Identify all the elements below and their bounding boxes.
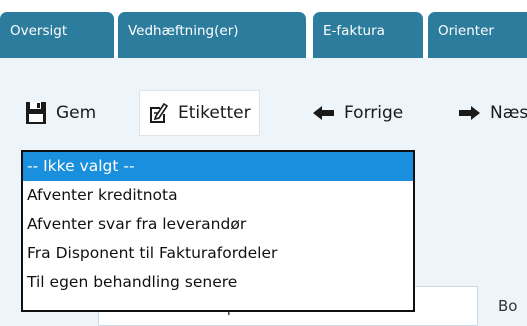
dropdown-option[interactable]: Afventer kreditnota: [23, 181, 413, 210]
tab-oversigt[interactable]: Oversigt: [0, 12, 114, 58]
tab-vedhaeftninger[interactable]: Vedhæftning(er): [118, 12, 306, 58]
next-button[interactable]: Næste: [459, 90, 527, 136]
edit-note-icon: [148, 102, 168, 124]
dropdown-option[interactable]: Fra Disponent til Fakturafordeler: [23, 239, 413, 268]
floppy-disk-icon: [26, 102, 46, 124]
tab-orienter[interactable]: Orienter: [428, 12, 527, 58]
save-button[interactable]: Gem: [26, 90, 96, 136]
arrow-right-icon: [459, 106, 480, 120]
labels-label: Etiketter: [178, 103, 251, 123]
tab-bar: Oversigt Vedhæftning(er) E-faktura Orien…: [0, 0, 527, 58]
next-label: Næste: [490, 103, 527, 123]
labels-button[interactable]: Etiketter: [139, 90, 260, 136]
tab-label: Orienter: [438, 23, 494, 39]
tab-label: E-faktura: [323, 23, 385, 39]
dropdown-option[interactable]: Afventer svar fra leverandør: [23, 210, 413, 239]
dropdown-option-selected[interactable]: -- Ikke valgt --: [23, 152, 413, 181]
tab-label: Vedhæftning(er): [128, 23, 239, 39]
status-dropdown-list[interactable]: -- Ikke valgt -- Afventer kreditnota Afv…: [21, 150, 415, 312]
prev-button[interactable]: Forrige: [313, 90, 403, 136]
tab-e-faktura[interactable]: E-faktura: [313, 12, 423, 58]
prev-label: Forrige: [344, 103, 404, 123]
arrow-left-icon: [313, 106, 334, 120]
right-column-label: Bo: [498, 297, 518, 315]
tab-label: Oversigt: [10, 23, 68, 39]
toolbar: Gem Etiketter Forrige Næste: [0, 90, 527, 136]
dropdown-option[interactable]: Til egen behandling senere: [23, 268, 413, 297]
save-label: Gem: [56, 103, 97, 123]
